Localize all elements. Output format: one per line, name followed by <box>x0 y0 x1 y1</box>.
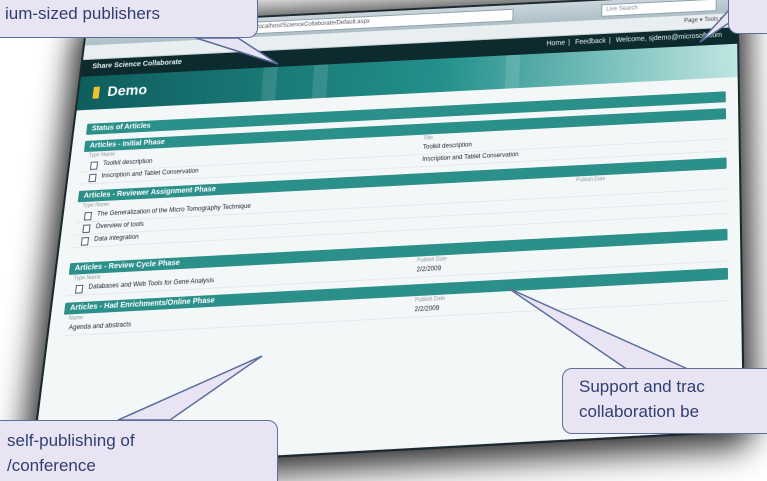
callout-text: Support and trac <box>579 374 767 399</box>
callout-tail-bottom-right <box>508 288 690 370</box>
callout-bottom-right: Support and trac collaboration be <box>562 368 767 434</box>
screenshot-stage: http://localhost/ScienceCollaborate/Defa… <box>0 0 767 481</box>
callout-top-right <box>728 0 767 34</box>
callout-text: ium-sized publishers <box>5 4 160 23</box>
callout-tail-bottom-left <box>118 356 262 420</box>
callout-bottom-left: self-publishing of /conference <box>0 420 278 481</box>
callout-tail-top-left <box>196 38 278 64</box>
callout-top-left: ium-sized publishers <box>0 0 258 38</box>
callout-text: collaboration be <box>579 399 767 424</box>
callout-text: self-publishing of <box>7 428 267 453</box>
callout-text: /conference <box>7 453 267 478</box>
